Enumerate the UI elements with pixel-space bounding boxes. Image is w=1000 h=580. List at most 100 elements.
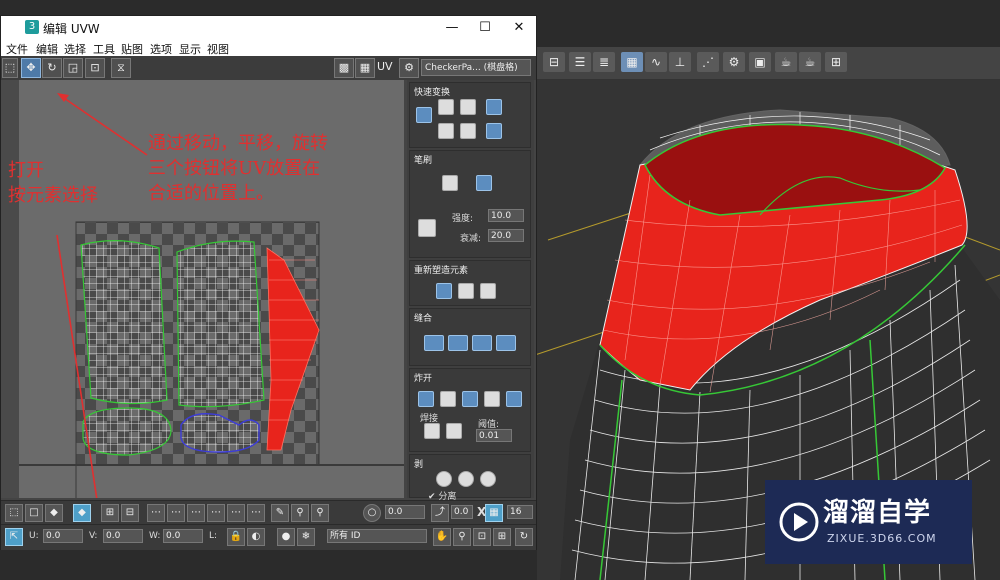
space-h-icon[interactable]: [438, 123, 454, 139]
show-map-icon[interactable]: ▦: [355, 58, 375, 78]
loop-select-icon[interactable]: ⋯: [147, 504, 165, 522]
menu-select[interactable]: 选择: [64, 41, 86, 57]
grid-snap-button[interactable]: ▦: [485, 504, 503, 522]
shrink-select-icon[interactable]: ⊟: [121, 504, 139, 522]
detach-icon[interactable]: [440, 391, 456, 407]
curve-editor-icon[interactable]: ∿: [645, 52, 667, 72]
straighten-icon[interactable]: [436, 283, 452, 299]
material-id-select[interactable]: 所有 ID: [327, 529, 427, 543]
render-icon[interactable]: ☕: [775, 52, 797, 72]
redraw-icon[interactable]: ↻: [515, 528, 533, 546]
close-button[interactable]: ✕: [502, 16, 536, 39]
maximize-button[interactable]: ☐: [468, 16, 502, 39]
strength-spinner[interactable]: 10.0: [488, 209, 524, 222]
relax-brush-icon[interactable]: [476, 175, 492, 191]
mirror-button[interactable]: ⧖: [111, 58, 131, 78]
rotate-ccw-icon[interactable]: [486, 123, 502, 139]
peel-mode-icon[interactable]: [458, 471, 474, 487]
zoom-icon[interactable]: ⚲: [453, 528, 471, 546]
flatten-icon[interactable]: [480, 283, 496, 299]
stitch-target-icon[interactable]: [472, 335, 492, 351]
menu-tools[interactable]: 工具: [93, 41, 115, 57]
threshold-spinner[interactable]: 0.01: [476, 429, 512, 442]
rotate-tool-button[interactable]: ↻: [42, 58, 62, 78]
grow-select-icon[interactable]: ⊞: [101, 504, 119, 522]
paint-move-icon[interactable]: [442, 175, 458, 191]
menu-edit[interactable]: 编辑: [36, 41, 58, 57]
title-bar[interactable]: 3 编辑 UVW — ☐ ✕: [1, 16, 536, 39]
schematic-view-icon[interactable]: ⋰: [697, 52, 719, 72]
ring-grow-icon[interactable]: ⋯: [227, 504, 245, 522]
loop-shrink-icon[interactable]: ⋯: [207, 504, 225, 522]
scale-tool-button[interactable]: ◲: [63, 58, 83, 78]
scene-explorer-icon[interactable]: ▦: [621, 52, 643, 72]
space-v-icon[interactable]: [460, 123, 476, 139]
align-v-icon[interactable]: [460, 99, 476, 115]
checker-map-select[interactable]: CheckerPa... (棋盘格): [421, 59, 531, 76]
uv-channel-label[interactable]: UV: [377, 60, 393, 73]
loop-grow-icon[interactable]: ⋯: [187, 504, 205, 522]
rotate-snap-icon[interactable]: ○: [363, 504, 381, 522]
stitch-average-icon[interactable]: [448, 335, 468, 351]
menu-file[interactable]: 文件: [6, 41, 28, 57]
stitch-source-icon[interactable]: [424, 335, 444, 351]
polygon-select-icon[interactable]: ◆: [45, 504, 63, 522]
align-h-icon[interactable]: [438, 99, 454, 115]
align-center-icon[interactable]: [416, 107, 432, 123]
hide-icon[interactable]: ◐: [247, 528, 265, 546]
flatten-by-polygon-icon[interactable]: [462, 391, 478, 407]
dope-sheet-icon[interactable]: ⊥: [669, 52, 691, 72]
w-field[interactable]: 0.0: [163, 529, 203, 543]
layer-icon[interactable]: ☰: [569, 52, 591, 72]
checker-toggle-icon[interactable]: ▩: [334, 58, 354, 78]
rotate-value-field[interactable]: 0.0: [385, 505, 425, 519]
grid-value-field[interactable]: 16: [507, 505, 533, 519]
brush-header[interactable]: 笔刷: [414, 153, 432, 166]
quick-transform-header[interactable]: 快速变换: [414, 85, 450, 98]
pan-hand-icon[interactable]: ✋: [433, 528, 451, 546]
paint-shrink-icon[interactable]: ⚲: [311, 504, 329, 522]
freeform-select-icon[interactable]: ⬚: [2, 58, 18, 78]
menu-display[interactable]: 显示: [179, 41, 201, 57]
curve-value-field[interactable]: 0.0: [451, 505, 473, 519]
options-gear-icon[interactable]: ⚙: [399, 58, 419, 78]
edge-select-icon[interactable]: □: [25, 504, 43, 522]
lock-icon[interactable]: 🔒: [227, 528, 245, 546]
minimize-button[interactable]: —: [435, 16, 469, 39]
freeze-icon[interactable]: ❄: [297, 528, 315, 546]
render-active-icon[interactable]: ☕: [799, 52, 821, 72]
zoom-region-icon[interactable]: ⊡: [473, 528, 491, 546]
reshape-header[interactable]: 重新塑造元素: [414, 263, 468, 276]
relax-icon[interactable]: [458, 283, 474, 299]
vertex-select-icon[interactable]: ⬚: [5, 504, 23, 522]
stitch-header[interactable]: 缝合: [414, 311, 432, 324]
render-frame-icon[interactable]: ⊞: [825, 52, 847, 72]
u-field[interactable]: 0.0: [43, 529, 83, 543]
quick-peel-icon[interactable]: [436, 471, 452, 487]
material-editor-icon[interactable]: ⚙: [723, 52, 745, 72]
menu-options[interactable]: 选项: [150, 41, 172, 57]
zoom-extents-icon[interactable]: ⊞: [493, 528, 511, 546]
falloff-spinner[interactable]: 20.0: [488, 229, 524, 242]
rotate-cw-icon[interactable]: [486, 99, 502, 115]
freeform-mode-button[interactable]: ⊡: [85, 58, 105, 78]
element-select-button[interactable]: ◆: [73, 504, 91, 522]
flatten-by-smoothing-icon[interactable]: [484, 391, 500, 407]
explode-header[interactable]: 炸开: [414, 371, 432, 384]
brush-pencil-icon[interactable]: [418, 219, 436, 237]
stitch-custom-icon[interactable]: [496, 335, 516, 351]
v-field[interactable]: 0.0: [103, 529, 143, 543]
peel-header[interactable]: 剥: [414, 457, 423, 470]
ring-select-icon[interactable]: ⋯: [167, 504, 185, 522]
break-icon[interactable]: [418, 391, 434, 407]
paint-grow-icon[interactable]: ⚲: [291, 504, 309, 522]
flatten-by-material-icon[interactable]: [506, 391, 522, 407]
ring-shrink-icon[interactable]: ⋯: [247, 504, 265, 522]
paint-select-icon[interactable]: ✎: [271, 504, 289, 522]
menu-view[interactable]: 视图: [207, 41, 229, 57]
reset-peel-icon[interactable]: [480, 471, 496, 487]
menu-mapping[interactable]: 贴图: [121, 41, 143, 57]
stack-icon[interactable]: ≣: [593, 52, 615, 72]
weld-all-icon[interactable]: [446, 423, 462, 439]
curve-icon[interactable]: ⤴: [431, 504, 449, 522]
